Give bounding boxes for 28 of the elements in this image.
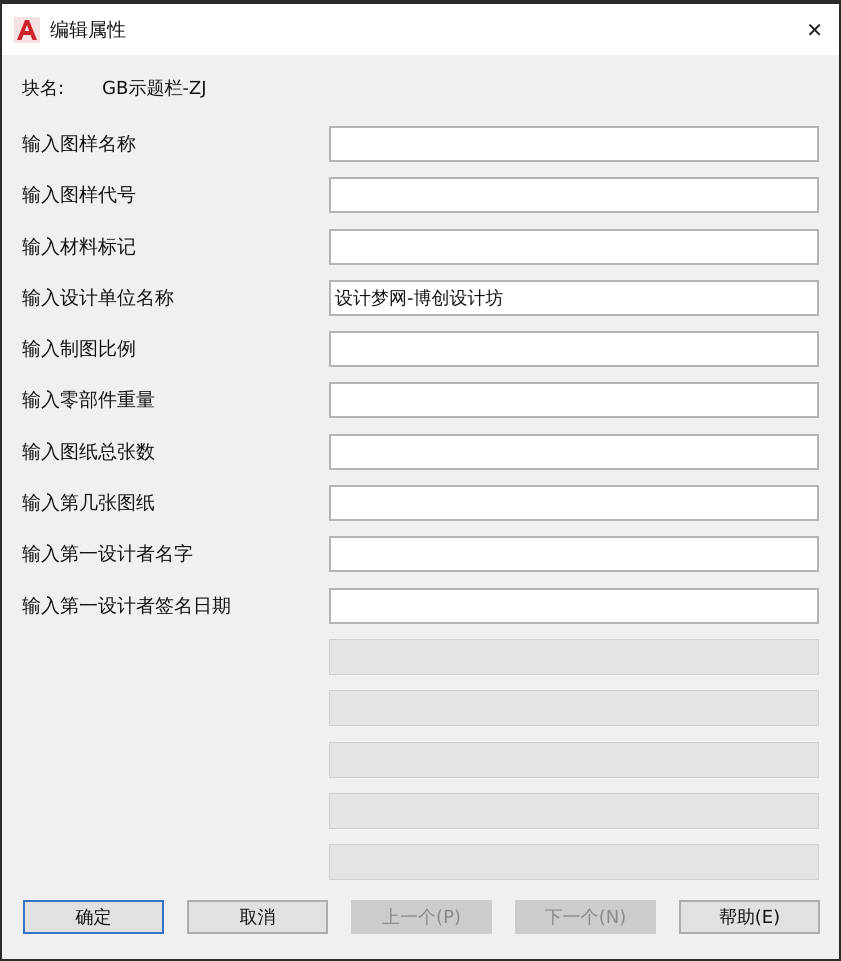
text-field[interactable]: 设计梦网-博创设计坊 xyxy=(329,280,819,316)
field-label: 输入图纸总张数 xyxy=(22,440,156,465)
text-field[interactable] xyxy=(329,177,819,214)
window-title: 编辑属性 xyxy=(50,18,127,42)
field-label: 输入图样代号 xyxy=(22,183,137,208)
text-field[interactable] xyxy=(329,588,819,624)
text-field[interactable] xyxy=(329,434,819,470)
block-name-value: GB示题栏-ZJ xyxy=(102,77,207,100)
app-logo-icon xyxy=(14,16,40,42)
close-icon[interactable]: ✕ xyxy=(806,18,827,42)
field-label: 输入第一设计者名字 xyxy=(22,542,194,568)
field-label: 输入第几张图纸 xyxy=(22,491,156,516)
text-field[interactable] xyxy=(329,228,819,265)
block-name-label: 块名: xyxy=(22,77,64,100)
dialog-button[interactable]: 确定 xyxy=(23,900,164,934)
text-field[interactable] xyxy=(329,382,819,418)
text-field[interactable] xyxy=(329,485,819,522)
field-label: 输入第一设计者签名日期 xyxy=(22,594,232,619)
text-field[interactable] xyxy=(329,536,819,572)
field-label: 输入设计单位名称 xyxy=(22,286,175,311)
text-field[interactable] xyxy=(329,126,819,162)
field-label: 输入材料标记 xyxy=(22,234,137,260)
dialog-button[interactable]: 帮助(E) xyxy=(679,900,820,934)
text-field[interactable] xyxy=(329,331,819,368)
field-label: 输入图样名称 xyxy=(22,132,137,157)
field-label: 输入零部件重量 xyxy=(22,388,156,414)
field-label: 输入制图比例 xyxy=(22,337,137,362)
dialog-button[interactable]: 取消 xyxy=(187,900,328,934)
